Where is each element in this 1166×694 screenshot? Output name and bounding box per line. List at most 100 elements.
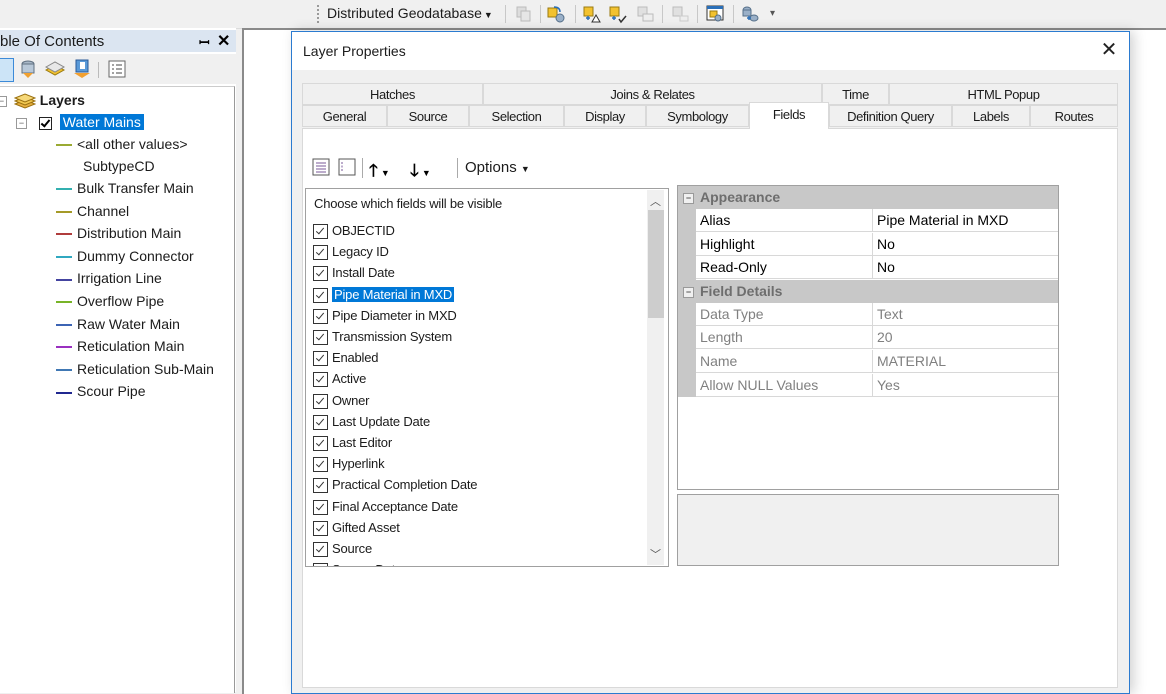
tab-html-popup[interactable]: HTML Popup (889, 83, 1118, 105)
legend-item[interactable]: Reticulation Sub-Main (56, 358, 214, 380)
toolbar-overflow-icon[interactable]: ▾ (770, 8, 775, 19)
property-row[interactable]: Allow NULL Values Yes (696, 373, 1058, 397)
layer-name[interactable]: Water Mains (59, 114, 144, 130)
legend-item[interactable]: Irrigation Line (56, 267, 162, 289)
tab-symbology[interactable]: Symbology (646, 105, 749, 127)
tab-fields[interactable]: Fields (749, 102, 829, 129)
layer-visibility-checkbox[interactable] (38, 116, 52, 130)
list-view-icon[interactable] (338, 158, 356, 176)
property-value[interactable]: No (872, 232, 895, 255)
field-property-grid[interactable]: − Appearance Alias Pipe Material in MXD High… (677, 185, 1059, 490)
property-category[interactable]: − Field Details (678, 279, 1058, 303)
tab-definition-query[interactable]: Definition Query (829, 105, 952, 127)
field-visible-checkbox[interactable] (313, 478, 328, 494)
collapse-icon[interactable]: − (683, 192, 694, 204)
tree-layer-water-mains[interactable]: − Water Mains (16, 111, 144, 133)
tree-root-layers[interactable]: − Layers (0, 89, 85, 111)
list-by-selection-icon[interactable] (71, 58, 93, 80)
legend-item[interactable]: Bulk Transfer Main (56, 177, 194, 199)
list-by-drawing-order-icon[interactable] (0, 58, 14, 82)
field-visible-checkbox[interactable] (313, 287, 328, 303)
field-list-item[interactable]: Last Editor (313, 433, 392, 453)
tab-selection[interactable]: Selection (469, 105, 564, 127)
pin-icon[interactable]: ꟷ (199, 33, 210, 51)
scroll-down-icon[interactable]: ﹀ (647, 546, 664, 561)
close-icon[interactable]: ✕ (217, 31, 230, 51)
move-down-button[interactable]: 🡓 ▼ (410, 158, 444, 180)
field-visible-checkbox[interactable] (313, 393, 328, 409)
field-visibility-list[interactable]: Choose which fields will be visible OBJE… (305, 188, 669, 567)
field-visible-checkbox[interactable] (313, 457, 328, 473)
property-row[interactable]: Highlight No (696, 232, 1058, 256)
scrollbar-thumb[interactable] (648, 210, 664, 318)
legend-item[interactable]: Raw Water Main (56, 313, 180, 335)
tab-general[interactable]: General (302, 105, 387, 127)
field-visible-checkbox[interactable] (313, 436, 328, 452)
legend-item[interactable]: Channel (56, 200, 129, 222)
field-list-item[interactable]: Owner (313, 391, 369, 411)
replica-manager-icon[interactable] (705, 4, 725, 24)
tab-time[interactable]: Time (822, 83, 889, 105)
property-category[interactable]: − Appearance (678, 186, 1058, 209)
collapse-icon[interactable]: − (0, 95, 7, 107)
field-list-item[interactable]: Active (313, 369, 366, 389)
property-row[interactable]: Data Type Text (696, 302, 1058, 326)
field-list-item[interactable]: Source (313, 539, 372, 559)
export-message-icon[interactable] (670, 4, 690, 24)
property-value[interactable]: Pipe Material in MXD (872, 209, 1009, 231)
field-list-item[interactable]: Practical Completion Date (313, 475, 477, 495)
options-dropdown[interactable]: Options ▼ (465, 158, 530, 178)
field-list-item[interactable]: Hyperlink (313, 454, 385, 474)
property-row[interactable]: Length 20 (696, 326, 1058, 350)
vertical-scrollbar[interactable]: ︿ ﹀ (647, 190, 664, 565)
scroll-up-icon[interactable]: ︿ (647, 193, 664, 208)
tab-source[interactable]: Source (387, 105, 469, 127)
field-list-item[interactable]: Pipe Diameter in MXD (313, 306, 457, 326)
field-visible-checkbox[interactable] (313, 542, 328, 558)
field-list-item[interactable]: Legacy ID (313, 242, 389, 262)
tab-display[interactable]: Display (564, 105, 646, 127)
field-visible-checkbox[interactable] (313, 563, 328, 566)
synchronize-changes-icon[interactable] (608, 4, 628, 24)
field-list-item[interactable]: Transmission System (313, 327, 452, 347)
field-list-item[interactable]: Install Date (313, 263, 395, 283)
toolbar-grip[interactable] (317, 5, 321, 23)
property-row[interactable]: Alias Pipe Material in MXD (696, 209, 1058, 232)
property-row[interactable]: Read-Only No (696, 256, 1058, 280)
field-list-item[interactable]: Enabled (313, 348, 379, 368)
distributed-geodatabase-dropdown[interactable]: Distributed Geodatabase ▼ (327, 3, 493, 23)
legend-item[interactable]: Distribution Main (56, 222, 181, 244)
collapse-icon[interactable]: − (16, 117, 27, 129)
list-by-source-icon[interactable] (17, 58, 39, 80)
property-value[interactable]: No (872, 256, 895, 279)
field-visible-checkbox[interactable] (313, 414, 328, 430)
field-visible-checkbox[interactable] (313, 224, 328, 240)
list-by-visibility-icon[interactable] (44, 58, 66, 80)
field-visible-checkbox[interactable] (313, 330, 328, 346)
tab-labels[interactable]: Labels (952, 105, 1030, 127)
table-view-icon[interactable] (312, 158, 330, 176)
legend-item[interactable]: Scour Pipe (56, 380, 145, 402)
create-replica-icon[interactable] (582, 4, 602, 24)
check-in-icon[interactable] (740, 4, 760, 24)
field-visible-checkbox[interactable] (313, 351, 328, 367)
collapse-icon[interactable]: − (683, 286, 694, 298)
field-visible-checkbox[interactable] (313, 308, 328, 324)
import-message-icon[interactable] (635, 4, 655, 24)
field-visible-checkbox[interactable] (313, 245, 328, 261)
close-icon[interactable]: ✕ (1098, 39, 1120, 61)
legend-item[interactable]: Reticulation Main (56, 335, 184, 357)
legend-item[interactable]: Dummy Connector (56, 245, 194, 267)
extract-data-icon[interactable] (546, 4, 566, 24)
field-visible-checkbox[interactable] (313, 520, 328, 536)
options-icon[interactable] (106, 58, 128, 80)
field-visible-checkbox[interactable] (313, 372, 328, 388)
legend-item[interactable]: Overflow Pipe (56, 290, 164, 312)
legend-item-default[interactable]: <all other values> (56, 133, 188, 155)
property-row[interactable]: Name MATERIAL (696, 350, 1058, 373)
field-list-item[interactable]: Pipe Material in MXD (313, 285, 455, 305)
field-list-item[interactable]: Source Date (313, 560, 402, 566)
move-up-button[interactable]: 🡑 ▼ (369, 158, 403, 180)
tab-routes[interactable]: Routes (1030, 105, 1118, 127)
copy-data-icon[interactable] (513, 4, 533, 24)
